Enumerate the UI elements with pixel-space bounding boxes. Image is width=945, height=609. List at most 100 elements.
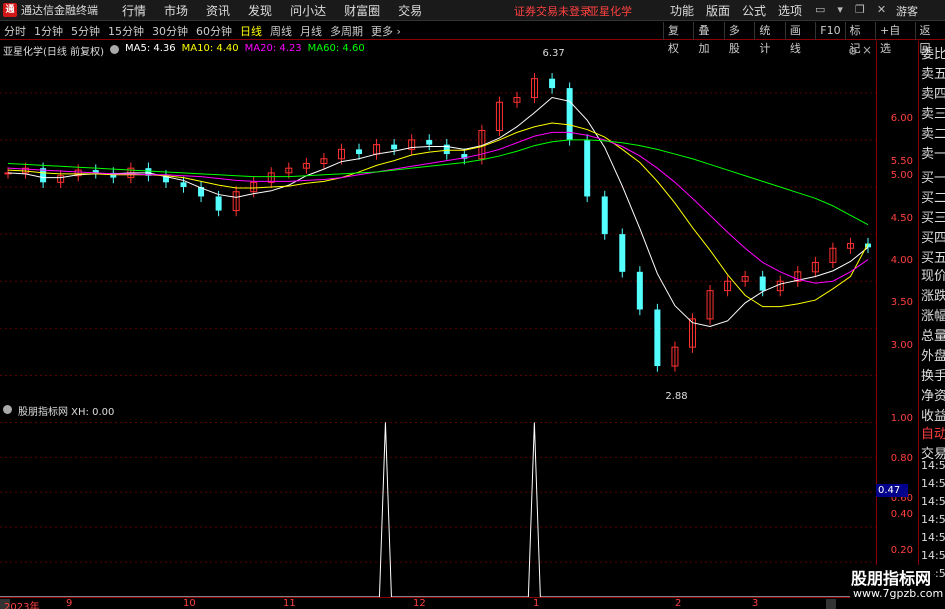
period-15min[interactable]: 15分钟 — [104, 23, 148, 39]
tool-add-watchlist[interactable]: +自选 — [875, 22, 914, 55]
side-panel-item[interactable]: 涨幅 — [921, 305, 945, 324]
tool-f10[interactable]: F10 — [815, 22, 844, 40]
ma-line-ma5 — [7, 96, 869, 327]
ma-line-ma20 — [7, 131, 869, 284]
side-panel-item[interactable]: 14:55 — [921, 477, 945, 490]
period-more-label: 更多 — [371, 24, 393, 38]
ma-line-ma10 — [7, 122, 869, 308]
side-panel-item[interactable]: 买五 — [921, 247, 945, 266]
candle-body — [584, 139, 591, 197]
side-panel-item[interactable]: 买四 — [921, 227, 945, 246]
side-panel-item[interactable]: 涨跌 — [921, 285, 945, 304]
candle-body — [356, 149, 363, 155]
price-axis: 6.00 5.50 5.00 4.50 4.00 3.50 3.00 1.00 … — [876, 41, 917, 597]
indicator-panel[interactable]: 股朋指标网 XH: 0.00 — [0, 401, 876, 598]
tool-multi-stock[interactable]: 多股 — [723, 22, 754, 55]
watermark-title: 股朋指标网 — [848, 565, 935, 589]
candle-body — [654, 309, 661, 367]
side-panel-item[interactable]: 14:55 — [921, 459, 945, 472]
candle-body — [426, 139, 433, 145]
side-panel-item[interactable]: 卖三 — [921, 103, 945, 122]
menu-wealth[interactable]: 财富圈 — [335, 2, 389, 19]
side-panel-item[interactable]: 委比 — [921, 43, 945, 62]
side-panel-item[interactable]: 卖二 — [921, 123, 945, 142]
date-tick: 2023年 — [4, 602, 40, 609]
period-60min[interactable]: 60分钟 — [192, 23, 236, 39]
period-more-button[interactable]: 更多 › — [367, 23, 405, 39]
close-icon[interactable]: × — [862, 43, 872, 57]
extreme-label: 6.37 — [543, 48, 565, 59]
menu-layout[interactable]: 版面 — [700, 2, 736, 19]
menu-function[interactable]: 功能 — [664, 2, 700, 19]
side-panel-item[interactable]: 换手 — [921, 365, 945, 384]
ma20-label: MA20: 4.23 — [244, 43, 302, 54]
period-weekly[interactable]: 周线 — [266, 23, 296, 39]
price-tick: 6.00 — [890, 113, 913, 124]
date-axis: 2023年 9 10 11 12 1 2 3 — [0, 597, 876, 609]
period-1min[interactable]: 1分钟 — [30, 23, 67, 39]
period-monthly[interactable]: 月线 — [296, 23, 326, 39]
menu-news[interactable]: 资讯 — [197, 2, 239, 19]
ma10-label: MA10: 4.40 — [181, 43, 239, 54]
side-panel-item[interactable]: 14:56 — [921, 531, 945, 544]
menu-options[interactable]: 选项 — [772, 2, 808, 19]
indicator-chart[interactable] — [0, 401, 876, 598]
side-panel-item[interactable]: 买一 — [921, 167, 945, 186]
side-panel-item[interactable]: 现价 — [921, 265, 945, 284]
close-icon[interactable]: ✕ — [877, 3, 886, 16]
menu-ask[interactable]: 问小达 — [281, 2, 335, 19]
indicator-tick: 0.80 — [890, 453, 913, 464]
candle-body — [619, 234, 626, 272]
login-status[interactable]: 证券交易未登录 — [514, 3, 591, 19]
gear-icon[interactable] — [109, 45, 119, 54]
period-5min[interactable]: 5分钟 — [67, 23, 104, 39]
side-panel-item[interactable]: 收益 — [921, 405, 945, 424]
scroll-right-icon[interactable] — [826, 599, 836, 609]
period-intraday[interactable]: 分时 — [0, 23, 30, 39]
side-panel-item[interactable]: 卖四 — [921, 83, 945, 102]
settings-icon[interactable]: ⚙ — [848, 45, 858, 58]
side-panel-item[interactable]: 总量 — [921, 325, 945, 344]
period-multi[interactable]: 多周期 — [326, 23, 367, 39]
tool-overlay[interactable]: 叠加 — [693, 22, 723, 55]
side-panel-item[interactable]: 买三 — [921, 207, 945, 226]
indicator-title[interactable]: 股朋指标网 XH: 0.00 — [18, 403, 114, 418]
tool-draw[interactable]: 画线 — [784, 22, 815, 55]
menu-trade[interactable]: 交易 — [389, 2, 431, 19]
gear-icon[interactable] — [3, 405, 12, 414]
side-panel-item[interactable]: 自动 — [921, 423, 945, 442]
side-panel-item[interactable]: 14:55 — [921, 495, 945, 508]
tool-back[interactable]: 返回 — [914, 22, 945, 55]
tool-stats[interactable]: 统计 — [754, 22, 784, 55]
side-panel-item[interactable]: 14:56 — [921, 513, 945, 526]
side-panel-item[interactable]: 卖五 — [921, 63, 945, 82]
watermark-url: www.7gpzb.com — [850, 587, 945, 600]
date-tick: 11 — [283, 598, 296, 609]
quote-side-panel[interactable]: 委比 卖五 卖四 卖三 卖二 卖一买一 买二 买三 买四 买五 现价 涨跌 涨幅 总量 外盘 换手 净资 收益 自动… — [918, 41, 945, 597]
menu-formula[interactable]: 公式 — [736, 2, 772, 19]
side-panel-item[interactable]: 净资 — [921, 385, 945, 404]
menu-discover[interactable]: 发现 — [239, 2, 281, 19]
period-30min[interactable]: 30分钟 — [148, 23, 192, 39]
side-panel-item[interactable]: 买二 — [921, 187, 945, 206]
price-chart-panel[interactable]: 6.37 2.88 亚星化学(日线 前复权) MA5: 4.36 MA10: 4.… — [0, 41, 876, 402]
period-daily[interactable]: 日线 — [236, 23, 266, 39]
side-panel-item[interactable]: 外盘 — [921, 345, 945, 364]
indicator-legend: 股朋指标网 XH: 0.00 — [3, 403, 114, 418]
minimize-icon[interactable]: ▭ — [815, 3, 825, 16]
price-chart[interactable]: 6.37 2.88 — [0, 41, 876, 402]
guest-label[interactable]: 游客 — [896, 3, 918, 19]
xh-indicator-line — [0, 422, 876, 598]
date-tick: 1 — [533, 598, 540, 609]
dropdown-icon[interactable]: ▾ — [837, 3, 843, 16]
side-panel-item[interactable]: 14:56 — [921, 549, 945, 562]
menu-quotes[interactable]: 行情 — [113, 2, 155, 19]
side-panel-item[interactable]: 卖一 — [921, 143, 945, 162]
tool-adjust[interactable]: 复权 — [663, 22, 693, 55]
menu-market[interactable]: 市场 — [155, 2, 197, 19]
tool-mark[interactable]: 标记 — [844, 22, 875, 55]
chart-title[interactable]: 亚星化学(日线 前复权) — [3, 43, 104, 58]
extreme-label: 2.88 — [665, 391, 687, 399]
restore-icon[interactable]: ❐ — [855, 3, 865, 16]
price-tick: 3.50 — [890, 297, 913, 308]
